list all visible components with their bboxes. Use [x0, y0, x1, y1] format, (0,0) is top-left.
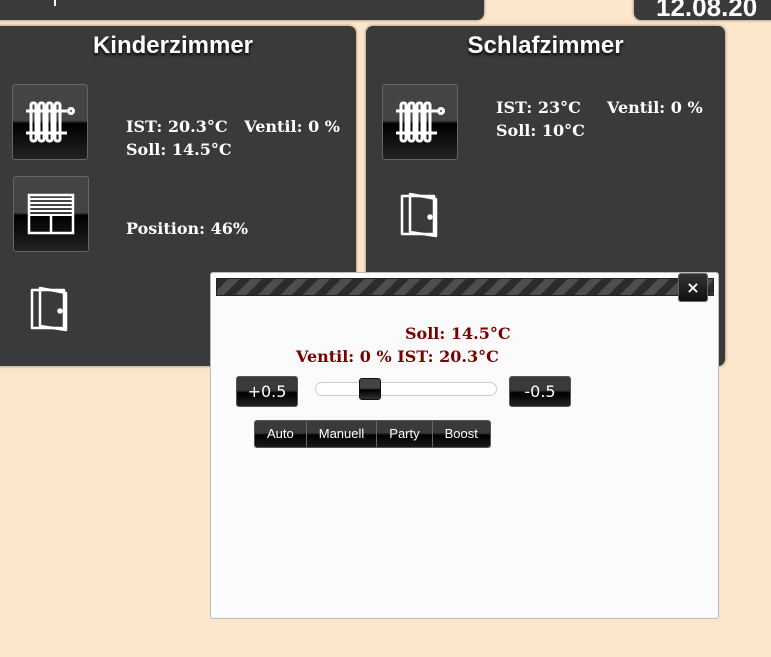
blinds-position: Position: 46%: [126, 219, 249, 238]
mode-auto-button[interactable]: Auto: [255, 421, 307, 447]
decrease-button[interactable]: -0.5: [509, 376, 571, 407]
door-status: [398, 190, 442, 244]
door-open-icon: [400, 192, 438, 238]
radiator-button[interactable]: [12, 84, 88, 160]
ist-value: IST: 20.3°C: [126, 117, 228, 136]
dialog-ventil: Ventil: 0 %: [296, 347, 392, 366]
radiator-icon: [26, 101, 75, 143]
soll-value: Soll: 14.5°C: [126, 140, 232, 159]
date-display: 12.08.20: [656, 0, 758, 20]
date-panel: 12.08.20: [634, 0, 771, 20]
thermostat-dialog: × Soll: 14.5°C Ventil: 0 % IST: 20.3°C +…: [210, 272, 719, 619]
door-open-icon: [30, 286, 68, 332]
mode-boost-button[interactable]: Boost: [432, 421, 490, 447]
top-panel-left: [0, 0, 484, 20]
close-icon: ×: [686, 278, 700, 297]
ist-value: IST: 23°C: [496, 98, 581, 117]
slider-handle[interactable]: [358, 378, 381, 400]
setpoint-slider[interactable]: [315, 382, 497, 396]
top-panel-mark: [54, 0, 56, 6]
increase-button[interactable]: +0.5: [236, 376, 298, 407]
dialog-soll: Soll: 14.5°C: [405, 324, 511, 343]
radiator-icon: [396, 101, 445, 143]
mode-party-button[interactable]: Party: [377, 421, 433, 447]
door-status: [28, 284, 72, 338]
mode-manuell-button[interactable]: Manuell: [306, 421, 378, 447]
room-ist-ventil: IST: 20.3°C Ventil: 0 %: [126, 115, 340, 138]
ventil-value: Ventil: 0 %: [607, 98, 703, 117]
ventil-value: Ventil: 0 %: [244, 117, 340, 136]
radiator-button[interactable]: [382, 84, 458, 160]
mode-selector: Auto Manuell Party Boost: [254, 420, 491, 448]
dialog-titlebar[interactable]: [216, 278, 714, 296]
blinds-button[interactable]: [13, 176, 89, 252]
window-blinds-icon: [27, 193, 75, 235]
soll-value: Soll: 10°C: [496, 121, 585, 140]
dialog-status: Ventil: 0 % IST: 20.3°C: [296, 347, 499, 366]
room-title: Schlafzimmer: [467, 32, 624, 59]
room-title: Kinderzimmer: [92, 32, 254, 59]
dialog-ist: IST: 20.3°C: [397, 347, 499, 366]
close-button[interactable]: ×: [678, 273, 708, 302]
